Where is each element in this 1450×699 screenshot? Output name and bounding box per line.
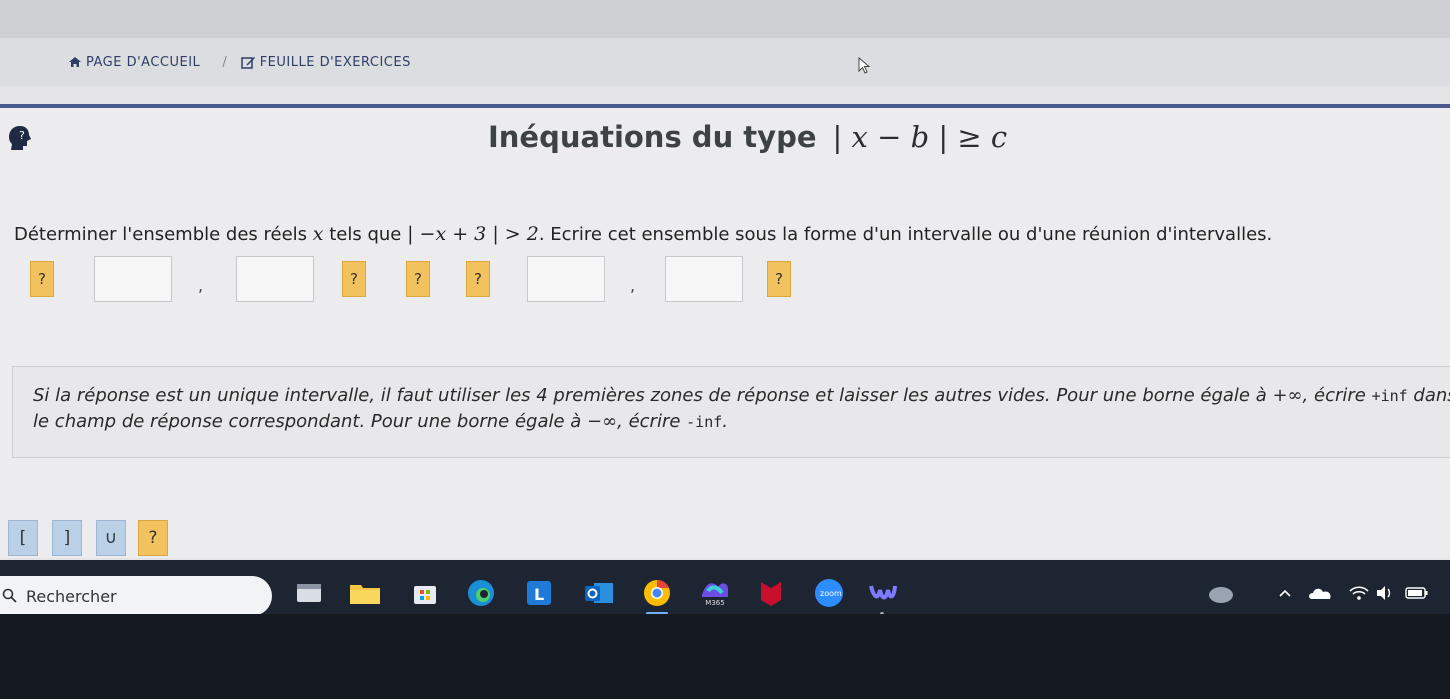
page-title-math: | x − b | ≥ c (832, 120, 1008, 154)
plus-inf-code: +inf (1371, 387, 1408, 405)
union-key[interactable]: ∪ (96, 520, 126, 556)
breadcrumb-exercises-label: FEUILLE D'EXERCICES (259, 54, 411, 70)
svg-text:?: ? (19, 129, 25, 142)
answer-field-4[interactable] (665, 256, 743, 302)
instructions-box: Si la réponse est un unique intervalle, … (12, 366, 1450, 458)
breadcrumb-exercises[interactable]: FEUILLE D'EXERCICES (240, 54, 411, 70)
search-icon (2, 588, 17, 603)
plus-infinity-symbol: +∞ (1272, 385, 1303, 406)
hint-text-4: , écrire (617, 411, 687, 432)
search-label: Rechercher (26, 586, 117, 606)
keypad-help-button[interactable]: ? (138, 520, 168, 556)
store-icon[interactable] (408, 576, 442, 610)
bracket-selector-3[interactable]: ? (466, 261, 490, 297)
chevron-up-icon[interactable] (1268, 576, 1302, 610)
screen-bezel (0, 614, 1450, 699)
home-icon (69, 57, 81, 67)
bracket-selector-2[interactable]: ? (342, 261, 366, 297)
browser-top-strip (0, 0, 1450, 38)
hint-text-2: , écrire (1302, 385, 1372, 406)
breadcrumb-separator: / (222, 54, 227, 70)
comma-1: , (198, 276, 204, 295)
outlook-icon[interactable] (582, 576, 616, 610)
weather-icon[interactable] (1204, 576, 1238, 610)
bracket-selector-1[interactable]: ? (30, 261, 54, 297)
answer-field-2[interactable] (236, 256, 314, 302)
question-middle: tels que (323, 224, 408, 245)
mcafee-icon[interactable] (754, 576, 788, 610)
symbol-keypad: [ ] ∪ ? (0, 520, 200, 560)
taskbar-search[interactable]: Rechercher (0, 576, 272, 616)
breadcrumb-home[interactable]: PAGE D'ACCUEIL (68, 55, 200, 70)
m365-label: M365 (705, 599, 725, 607)
edge-icon[interactable] (464, 576, 498, 610)
onedrive-icon[interactable] (1304, 576, 1338, 610)
page-title-text: Inéquations du type (488, 120, 817, 154)
svg-text:L: L (534, 585, 544, 604)
answer-field-3[interactable] (527, 256, 605, 302)
question-suffix: . Ecrire cet ensemble sous la forme d'un… (538, 224, 1273, 245)
file-explorer-icon[interactable] (348, 576, 382, 610)
launcher-l-icon[interactable]: L (522, 576, 556, 610)
minus-infinity-symbol: −∞ (587, 411, 618, 432)
bracket-selector-4[interactable]: ? (767, 261, 791, 297)
comma-2: , (630, 276, 636, 295)
question-math: | −x + 3 | > 2 (407, 223, 539, 245)
hint-text-1: Si la réponse est un unique intervalle, … (33, 385, 1273, 406)
help-head-icon[interactable]: ? (7, 124, 33, 152)
operator-selector[interactable]: ? (406, 261, 430, 297)
question-var: x (312, 223, 324, 245)
breadcrumb-home-label: PAGE D'ACCUEIL (86, 54, 201, 70)
answer-field-1[interactable] (94, 256, 172, 302)
battery-icon[interactable] (1400, 576, 1434, 610)
zoom-label: zoom (820, 589, 842, 598)
page-title: Inéquations du type | x − b | ≥ c (488, 120, 1007, 154)
question-prefix: Déterminer l'ensemble des réels (14, 224, 313, 245)
breadcrumb: PAGE D'ACCUEIL / FEUILLE D'EXERCICES (0, 38, 1450, 86)
chrome-icon[interactable] (640, 576, 674, 615)
edit-icon (240, 56, 255, 69)
close-bracket-key[interactable]: ] (52, 520, 82, 556)
teams-icon[interactable] (866, 576, 900, 616)
exercise-panel: ? Inéquations du type | x − b | ≥ c Déte… (0, 104, 1450, 558)
open-bracket-key[interactable]: [ (8, 520, 38, 556)
question-text: Déterminer l'ensemble des réels x tels q… (14, 223, 1272, 245)
minus-inf-code: -inf (686, 413, 723, 431)
hint-text-5: . (722, 411, 728, 432)
taskbar: Rechercher L M365 zoom (0, 560, 1450, 616)
mouse-cursor-icon (858, 57, 871, 74)
m365-icon[interactable]: M365 (698, 576, 732, 610)
task-view-icon[interactable] (292, 576, 326, 610)
volume-icon[interactable] (1368, 576, 1402, 610)
zoom-icon[interactable]: zoom (812, 576, 846, 610)
answer-row: ? , ? ? ? , ? (0, 256, 1450, 316)
